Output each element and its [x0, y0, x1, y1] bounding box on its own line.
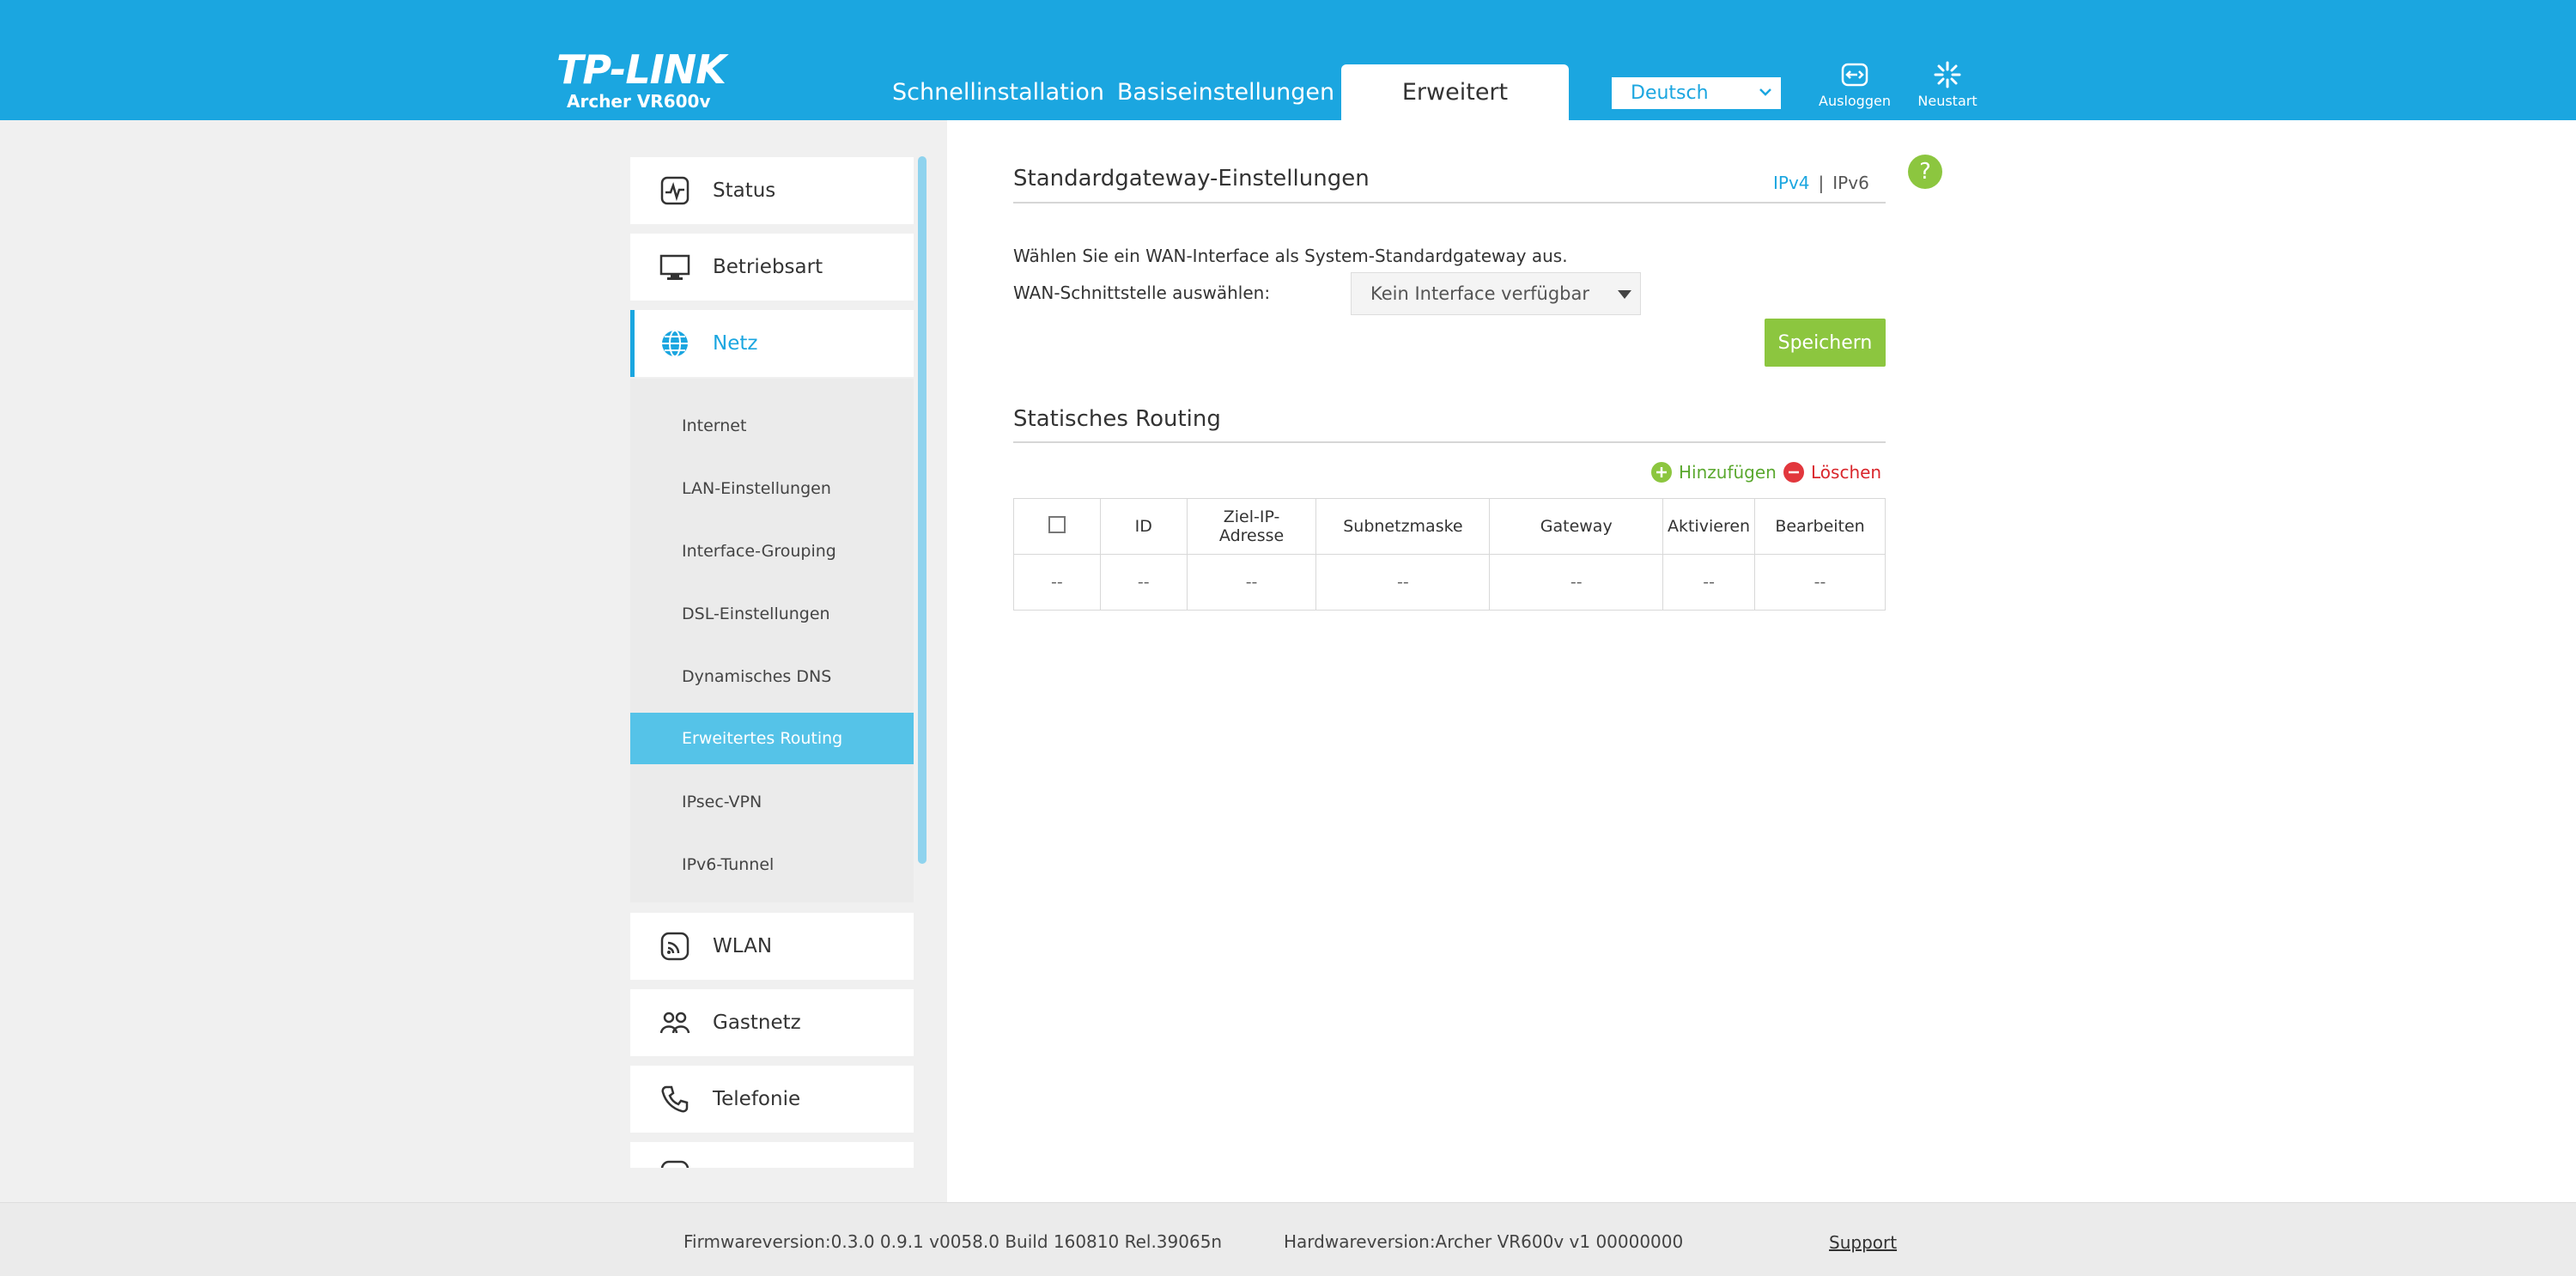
sidebar-item-gastnetz[interactable]: Gastnetz [630, 989, 914, 1056]
add-route-label: Hinzufügen [1679, 462, 1777, 483]
sidebar-subitem-interface-grouping[interactable]: Interface-Grouping [630, 526, 914, 577]
column-header-ziel-ip: Ziel-IP- Adresse [1186, 498, 1317, 555]
restart-button[interactable]: Neustart [1900, 60, 1995, 109]
restart-icon [1934, 61, 1961, 88]
sidebar-item-telefonie[interactable]: Telefonie [630, 1066, 914, 1133]
gateway-section-title: Standardgateway-Einstellungen [1013, 166, 1370, 191]
chevron-down-icon [1759, 88, 1771, 96]
sidebar-item-partial[interactable] [630, 1142, 914, 1168]
column-header-bearbeiten: Bearbeiten [1754, 498, 1886, 555]
wan-interface-label: WAN-Schnittstelle auswählen: [1013, 283, 1271, 303]
status-icon [658, 173, 692, 208]
restart-label: Neustart [1917, 93, 1978, 109]
logo-text: TP-LINK [556, 46, 726, 93]
logout-button[interactable]: Ausloggen [1807, 60, 1902, 109]
ip-version-toggle: IPv4 | IPv6 [1773, 173, 1869, 193]
minus-circle-icon [1783, 462, 1804, 483]
table-cell: -- [1754, 554, 1886, 611]
table-cell: -- [1013, 554, 1101, 611]
tab-erweitert[interactable]: Erweitert [1341, 64, 1569, 120]
sidebar-subitem-dsl-einstellungen[interactable]: DSL-Einstellungen [630, 588, 914, 640]
table-cell: -- [1489, 554, 1664, 611]
sidebar-subitem-erweitertes-routing[interactable]: Erweitertes Routing [630, 713, 914, 764]
delete-route-label: Löschen [1811, 462, 1882, 483]
ipv4-link[interactable]: IPv4 [1773, 173, 1810, 193]
sidebar-item-label: Telefonie [713, 1088, 801, 1110]
column-header-subnetzmaske: Subnetzmaske [1315, 498, 1491, 555]
wireless-icon [658, 929, 692, 963]
support-link[interactable]: Support [1829, 1232, 1897, 1253]
sidebar-item-status[interactable]: Status [630, 157, 914, 224]
logout-label: Ausloggen [1819, 93, 1891, 109]
sidebar-subitem-ipv6-tunnel[interactable]: IPv6-Tunnel [630, 839, 914, 890]
column-header-gateway: Gateway [1489, 498, 1664, 555]
gateway-description: Wählen Sie ein WAN-Interface als System-… [1013, 246, 1568, 266]
add-route-button[interactable]: Hinzufügen [1651, 462, 1777, 483]
table-header-row: ID Ziel-IP- Adresse Subnetzmaske Gateway… [1013, 498, 1886, 555]
sidebar-item-label: WLAN [713, 935, 773, 957]
column-header-aktivieren: Aktivieren [1662, 498, 1756, 555]
save-button[interactable]: Speichern [1765, 319, 1886, 367]
tab-schnellinstallation[interactable]: Schnellinstallation [892, 64, 1104, 120]
sidebar-item-betriebsart[interactable]: Betriebsart [630, 234, 914, 301]
sidebar-subitem-ipsec-vpn[interactable]: IPsec-VPN [630, 776, 914, 828]
model-name: Archer VR600v [567, 91, 711, 112]
sidebar-subitem-lan-einstellungen[interactable]: LAN-Einstellungen [630, 463, 914, 514]
column-header-id: ID [1099, 498, 1188, 555]
language-select[interactable]: Deutsch [1612, 77, 1781, 109]
guests-icon [658, 1006, 692, 1040]
sidebar-item-netz[interactable]: Netz [630, 310, 914, 377]
routing-section-title: Statisches Routing [1013, 406, 1221, 432]
sidebar-subitem-internet[interactable]: Internet [630, 400, 914, 452]
tp-link-logo: TP-LINK Archer VR600v [556, 50, 726, 112]
table-cell: -- [1662, 554, 1756, 611]
netz-submenu: Internet LAN-Einstellungen Interface-Gro… [630, 379, 914, 902]
partial-icon [658, 1158, 692, 1168]
table-cell: -- [1186, 554, 1317, 611]
table-cell: -- [1099, 554, 1188, 611]
static-routing-table: ID Ziel-IP- Adresse Subnetzmaske Gateway… [1013, 498, 1886, 611]
sidebar-scrollbar[interactable] [918, 156, 927, 864]
select-all-checkbox[interactable] [1048, 515, 1066, 533]
plus-circle-icon [1651, 462, 1672, 483]
ipv6-link[interactable]: IPv6 [1832, 173, 1869, 193]
logout-icon [1841, 63, 1868, 87]
ip-separator: | [1818, 173, 1825, 193]
wan-interface-select[interactable]: Kein Interface verfügbar [1351, 272, 1641, 315]
tab-basiseinstellungen[interactable]: Basiseinstellungen [1117, 64, 1334, 120]
routing-divider [1013, 441, 1886, 443]
globe-icon [658, 326, 692, 361]
sidebar-item-label: Gastnetz [713, 1012, 801, 1034]
phone-icon [658, 1082, 692, 1116]
language-value: Deutsch [1631, 82, 1709, 104]
sidebar-item-label: Status [713, 179, 776, 202]
top-header: TP-LINK Archer VR600v Schnellinstallatio… [0, 0, 2576, 120]
table-cell: -- [1315, 554, 1491, 611]
monitor-icon [658, 250, 692, 284]
dropdown-arrow-icon [1618, 290, 1631, 299]
table-row: -- -- -- -- -- -- -- [1013, 554, 1886, 611]
gateway-divider [1013, 202, 1886, 204]
hardware-version: Hardwareversion:Archer VR600v v1 0000000… [1284, 1231, 1684, 1252]
delete-route-button[interactable]: Löschen [1783, 462, 1881, 483]
firmware-version: Firmwareversion:0.3.0 0.9.1 v0058.0 Buil… [683, 1231, 1223, 1252]
sidebar-subitem-dynamisches-dns[interactable]: Dynamisches DNS [630, 651, 914, 702]
select-all-header [1013, 498, 1101, 555]
sidebar-item-wlan[interactable]: WLAN [630, 913, 914, 980]
help-button[interactable]: ? [1908, 155, 1942, 189]
sidebar-item-label: Betriebsart [713, 256, 823, 278]
wan-interface-value: Kein Interface verfügbar [1370, 283, 1590, 304]
sidebar-item-label: Netz [713, 332, 758, 355]
